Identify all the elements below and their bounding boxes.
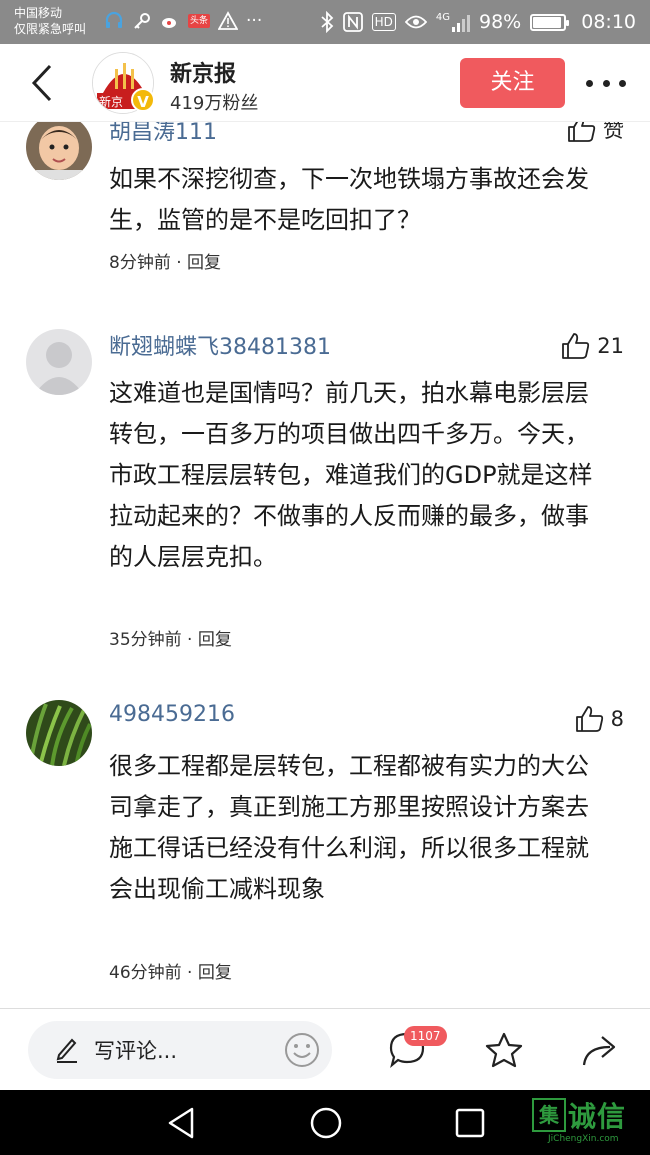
like-count: 8 (610, 707, 624, 731)
comment-item: 498459216 8 很多工程都是层转包，工程都被有实力的大公司拿走了，真正到… (0, 700, 650, 1000)
pen-icon (56, 1038, 77, 1063)
commenter-avatar[interactable] (26, 122, 92, 180)
nav-recents-icon[interactable] (454, 1106, 486, 1140)
commenter-name[interactable]: 498459216 (109, 702, 235, 727)
dot-icon (619, 79, 626, 87)
comment-text: 很多工程都是层转包，工程都被有实力的大公司拿走了，真正到施工方那里按照设计方案去… (109, 752, 589, 903)
comment-time: 8分钟前 (109, 253, 171, 273)
comment-count-badge: 1107 (404, 1026, 447, 1046)
comment-text: 如果不深挖彻查，下一次地铁塌方事故还会发生，监管的是不是吃回扣了？ (109, 165, 589, 234)
dot-icon (586, 79, 593, 87)
status-bar: 中国移动 仅限紧急呼叫 头条 ··· HD 4G 98% 08:10 (0, 0, 650, 44)
weibo-icon (162, 18, 176, 28)
default-avatar-icon (26, 329, 92, 395)
comment-time: 35分钟前 (109, 630, 182, 650)
nav-back-icon[interactable] (166, 1106, 196, 1140)
commenter-avatar[interactable] (26, 329, 92, 395)
key-icon (134, 13, 150, 29)
warning-icon (218, 11, 239, 30)
publisher-fans: 419万粉丝 (170, 93, 259, 114)
comment-meta: 46分钟前 · 回复 (109, 963, 232, 983)
comment-list[interactable]: 胡昌涛111 赞 如果不深挖彻查，下一次地铁塌方事故还会发生，监管的是不是吃回扣… (0, 122, 650, 1008)
like-button[interactable]: 21 (561, 332, 624, 360)
like-button[interactable]: 赞 (567, 122, 624, 144)
article-header: 新京 新京报 419万粉丝 关注 (0, 44, 650, 122)
comment-text: 这难道也是国情吗？前几天，拍水幕电影层层转包，一百多万的项目做出四千多万。今天，… (109, 379, 593, 571)
chevron-left-icon (31, 64, 52, 102)
follow-button[interactable]: 关注 (460, 58, 565, 108)
carrier-name: 中国移动 (14, 6, 63, 20)
like-count: 21 (597, 334, 624, 358)
child-avatar-icon (26, 122, 92, 180)
news-app-badge: 头条 (188, 14, 211, 28)
favorite-star-icon[interactable] (484, 1031, 524, 1069)
back-button[interactable] (28, 62, 60, 104)
bluetooth-icon (321, 11, 333, 33)
reply-button[interactable]: 回复 (198, 963, 232, 983)
comment-item: 断翅蝴蝶飞38481381 21 这难道也是国情吗？前几天，拍水幕电影层层转包，… (0, 327, 650, 667)
watermark-box: 集 (532, 1098, 566, 1132)
thumbs-up-icon (575, 706, 603, 732)
nfc-icon (342, 12, 363, 32)
system-icons: HD 4G 98% 08:10 (320, 0, 636, 44)
reply-button[interactable]: 回复 (198, 630, 232, 650)
thumbs-up-icon (568, 122, 596, 142)
system-nav-bar: 集 诚信 JiChengXin.com (0, 1090, 650, 1155)
signal-icon: 4G (436, 12, 470, 32)
watermark-url: JiChengXin.com (548, 1134, 619, 1144)
eye-icon (404, 15, 427, 29)
comment-meta: 8分钟前 · 回复 (109, 253, 222, 273)
watermark-text: 诚信 (568, 1100, 627, 1133)
commenter-name[interactable]: 胡昌涛111 (109, 122, 217, 146)
clock: 08:10 (581, 11, 636, 33)
commenter-avatar[interactable] (26, 700, 92, 766)
reply-button[interactable]: 回复 (187, 253, 221, 273)
comment-time: 46分钟前 (109, 963, 182, 983)
publisher-name[interactable]: 新京报 (170, 56, 236, 88)
plants-avatar-icon (26, 700, 92, 766)
emoji-icon[interactable] (284, 1032, 320, 1068)
like-button[interactable]: 8 (575, 705, 624, 733)
more-notifications-icon: ··· (246, 11, 263, 31)
hd-icon: HD (371, 13, 396, 31)
more-options-button[interactable] (586, 68, 626, 98)
logo-text: 新京 (99, 94, 123, 109)
headset-icon (105, 11, 123, 28)
dot-icon (602, 79, 610, 87)
watermark-logo: 集 诚信 (532, 1095, 626, 1135)
comment-input[interactable]: 写评论... (28, 1021, 332, 1079)
carrier-status: 仅限紧急呼叫 (14, 22, 87, 36)
battery-icon (530, 13, 570, 31)
thumbs-up-icon (562, 333, 590, 359)
carrier-info: 中国移动 仅限紧急呼叫 (14, 5, 86, 37)
battery-percent: 98% (479, 11, 522, 33)
comment-action-bar: 写评论... 1107 (0, 1008, 650, 1090)
comment-item: 胡昌涛111 赞 如果不深挖彻查，下一次地铁塌方事故还会发生，监管的是不是吃回扣… (0, 122, 650, 294)
commenter-name[interactable]: 断翅蝴蝶飞38481381 (109, 329, 331, 361)
verified-badge: V (131, 88, 155, 112)
comment-input-placeholder: 写评论... (94, 1039, 178, 1063)
like-count: 赞 (603, 122, 624, 142)
comment-meta: 35分钟前 · 回复 (109, 630, 232, 650)
nav-home-icon[interactable] (309, 1106, 343, 1140)
notification-icons: 头条 ··· (104, 11, 262, 31)
share-icon[interactable] (580, 1031, 620, 1069)
